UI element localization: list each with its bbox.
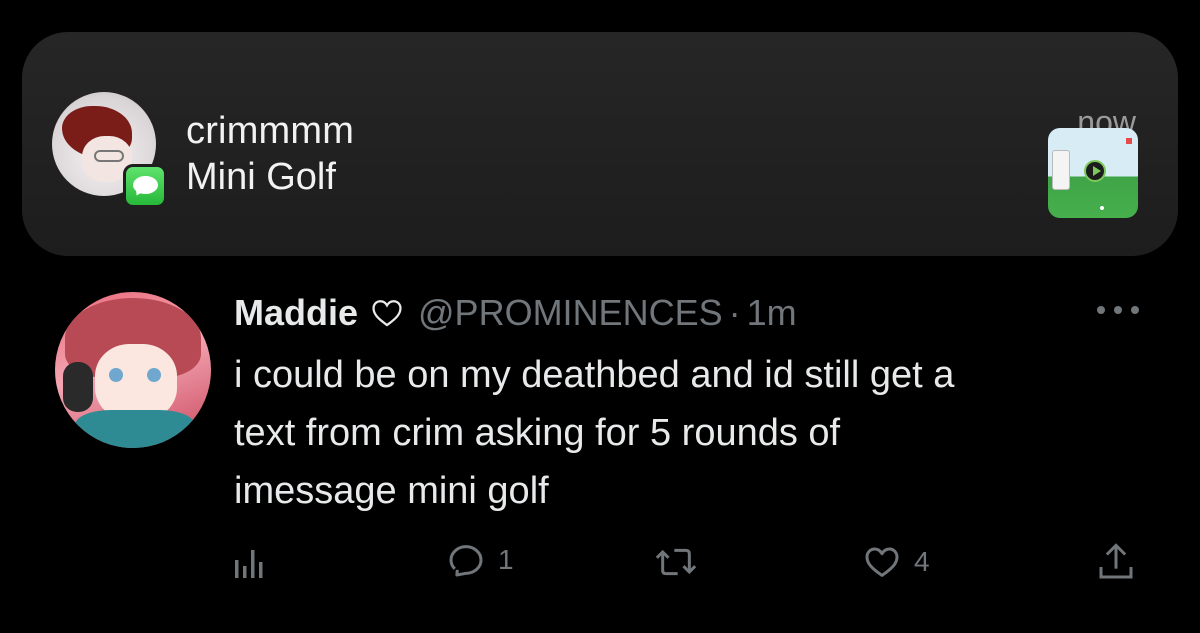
tweet-author-avatar[interactable]	[55, 292, 211, 448]
author-display-name[interactable]: Maddie	[234, 292, 358, 334]
reply-button[interactable]: 1	[446, 540, 514, 580]
notification-sender: crimmmm	[186, 110, 355, 152]
separator-dot: ·	[728, 292, 741, 333]
notification-banner[interactable]: crimmmm Mini Golf now	[22, 32, 1178, 256]
tweet-timestamp[interactable]: 1m	[747, 292, 797, 334]
author-handle[interactable]: @PROMINENCES	[418, 292, 723, 334]
more-options-icon[interactable]	[1097, 306, 1139, 316]
messages-app-icon	[123, 164, 167, 208]
tweet-text-line: text from crim asking for 5 rounds of	[234, 412, 841, 454]
retweet-button[interactable]	[654, 542, 710, 582]
analytics-icon	[235, 550, 263, 578]
retweet-icon	[655, 548, 697, 576]
tweet-text-line: i could be on my deathbed and id still g…	[234, 354, 955, 396]
views-button[interactable]	[233, 546, 263, 580]
play-icon	[1084, 160, 1106, 182]
reply-count: 1	[498, 544, 514, 575]
tweet-header: Maddie @PROMINENCES · 1m	[234, 288, 797, 338]
like-button[interactable]: 4	[862, 542, 930, 582]
heart-emoji-icon	[370, 296, 404, 330]
reply-icon	[449, 545, 483, 577]
mini-golf-thumbnail	[1048, 128, 1138, 218]
tweet-text-line: imessage mini golf	[234, 470, 549, 512]
share-button[interactable]	[1096, 540, 1136, 584]
tweet-text: i could be on my deathbed and id still g…	[234, 346, 1134, 520]
tweet-action-bar: 1 4	[0, 540, 1200, 590]
heart-icon	[865, 547, 899, 577]
share-icon	[1099, 543, 1133, 579]
notification-body: Mini Golf	[186, 156, 336, 198]
like-count: 4	[914, 546, 930, 577]
